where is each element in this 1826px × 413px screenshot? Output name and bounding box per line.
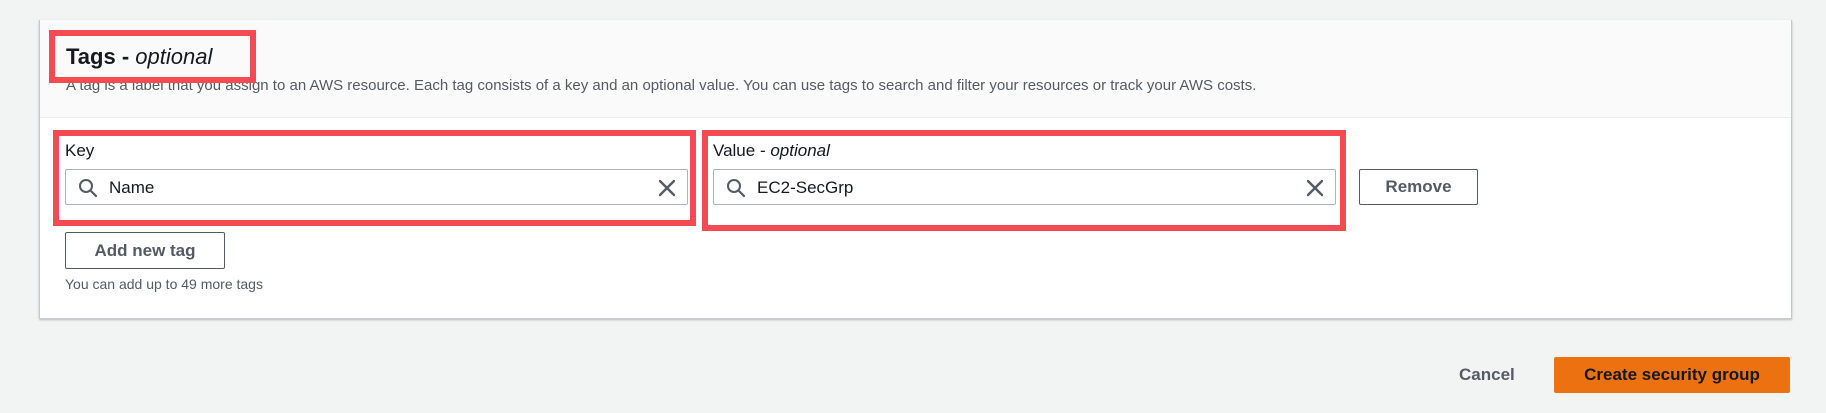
value-input-value[interactable]: EC2-SecGrp: [757, 178, 853, 198]
tags-panel: Tags - optional A tag is a label that yo…: [39, 20, 1792, 319]
add-new-tag-button[interactable]: Add new tag: [65, 232, 225, 269]
tags-title: Tags - optional: [66, 44, 213, 69]
search-icon: [727, 179, 746, 198]
value-input[interactable]: EC2-SecGrp: [713, 169, 1336, 205]
tags-limit-hint: You can add up to 49 more tags: [65, 276, 263, 292]
close-icon[interactable]: [657, 178, 677, 198]
close-icon[interactable]: [1305, 178, 1325, 198]
value-label: Value - optional: [713, 141, 830, 160]
key-input-value[interactable]: Name: [109, 178, 154, 198]
cancel-button[interactable]: Cancel: [1459, 365, 1515, 385]
remove-tag-button[interactable]: Remove: [1359, 169, 1478, 205]
key-input[interactable]: Name: [65, 169, 688, 205]
key-label: Key: [65, 141, 95, 160]
tags-panel-header: Tags - optional A tag is a label that yo…: [40, 20, 1791, 118]
search-icon: [79, 179, 98, 198]
tags-description: A tag is a label that you assign to an A…: [66, 77, 1257, 94]
create-security-group-button[interactable]: Create security group: [1554, 357, 1790, 393]
